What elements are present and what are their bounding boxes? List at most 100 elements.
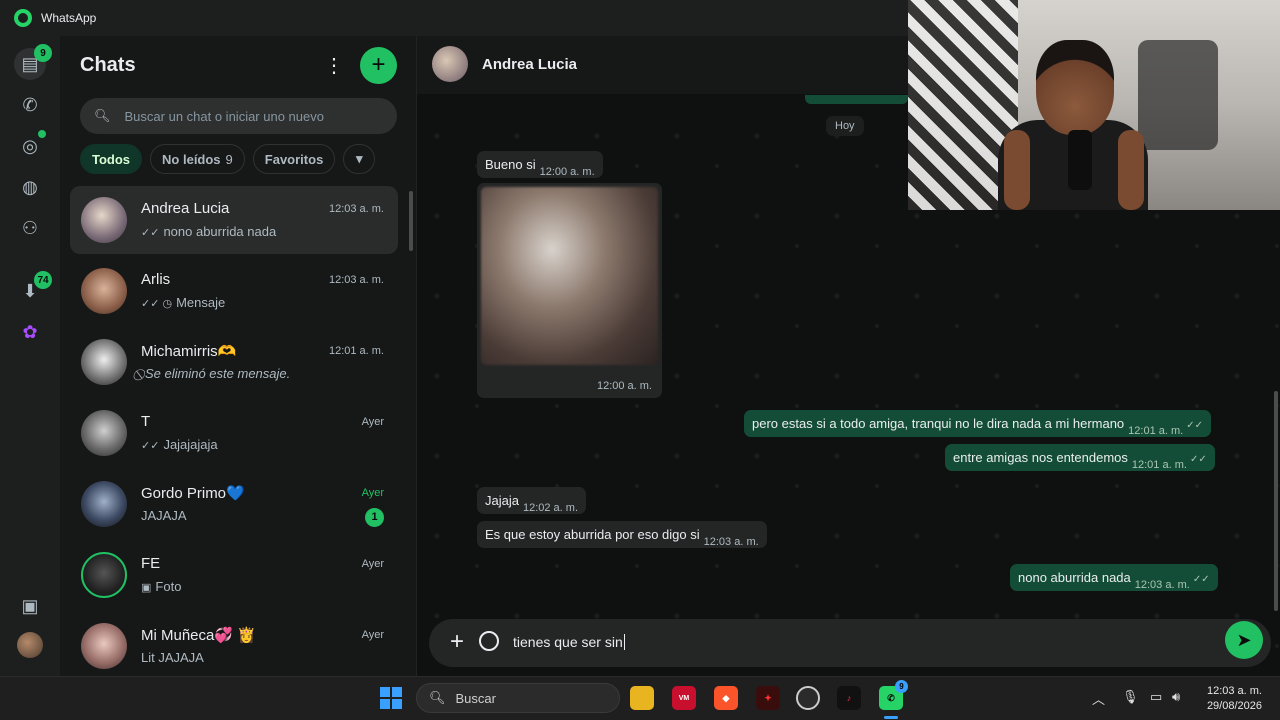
outgoing-message[interactable]: nono aburrida nada 12:03 a. m. ✓✓ (1010, 564, 1218, 591)
incoming-message[interactable]: Es que estoy aburrida por eso digo si 12:… (477, 521, 767, 548)
taskbar-search-label: Buscar (455, 690, 496, 706)
clock-time: 12:03 a. m. (1206, 685, 1262, 697)
send-button[interactable]: ➤ (1225, 621, 1263, 659)
chat-time: Ayer (361, 629, 384, 641)
chat-row[interactable]: FE Ayer ▣ Foto (70, 541, 398, 612)
chat-search-input[interactable]: 🔍︎ Buscar un chat o iniciar uno nuevo (80, 98, 397, 134)
attach-plus-icon[interactable]: + (442, 628, 472, 656)
whatsapp-taskbar-badge: 9 (895, 680, 908, 693)
chat-preview: ▣ Foto (141, 579, 181, 594)
chat-preview: ✓✓ ◷ Mensaje (141, 295, 225, 310)
nav-rail: ▤ 9 ✆ ◎ ◍ ⚇ ⬇ 74 ✿ ▣ (0, 36, 60, 676)
tray-chevron-up-icon[interactable]: ︿ (1092, 689, 1105, 708)
double-check-clock-icon: ✓✓ ◷ (141, 298, 173, 310)
search-icon: 🔍︎ (94, 108, 111, 123)
chat-row[interactable]: Mi Muñeca💞 👸 Ayer Lit JAJAJA (70, 612, 398, 683)
obs-icon[interactable] (796, 686, 820, 710)
chat-list-scrollbar[interactable] (409, 191, 413, 251)
filter-label: No leídos (162, 151, 221, 167)
outgoing-message[interactable]: entre amigas nos entendemos 12:01 a. m. ✓✓ (945, 444, 1215, 471)
chat-row[interactable]: Andrea Lucia 12:03 a. m. ✓✓ nono aburrida… (70, 186, 398, 254)
search-placeholder: Buscar un chat o iniciar uno nuevo (124, 108, 324, 124)
photo-icon: ▣ (141, 582, 152, 594)
outgoing-message[interactable]: pero estas si a todo amiga, tranqui no l… (744, 410, 1211, 437)
profile-avatar[interactable] (17, 632, 43, 658)
unread-count-badge: 1 (365, 508, 384, 527)
chat-name: Michamirris🫶 (141, 343, 237, 360)
brave-browser-icon[interactable]: ◆ (714, 686, 738, 710)
chat-time: Ayer (361, 416, 384, 428)
microphone-icon[interactable]: 🎙︎ (1122, 689, 1139, 705)
chat-time: 12:03 a. m. (328, 274, 384, 286)
whatsapp-taskbar-icon[interactable]: ✆ 9 (879, 680, 908, 710)
new-chat-button[interactable]: + (360, 47, 397, 84)
channels-nav-button[interactable]: ◍ (14, 171, 46, 203)
menu-kebab-icon[interactable]: ⋮ (324, 54, 344, 78)
image-thumbnail[interactable] (481, 187, 658, 365)
meta-ai-nav-button[interactable]: ✿ (14, 316, 46, 348)
chat-list-panel: Chats ⋮ + 🔍︎ Buscar un chat o iniciar un… (60, 36, 417, 676)
file-explorer-icon[interactable] (630, 686, 654, 710)
chat-rows: Andrea Lucia 12:03 a. m. ✓✓ nono aburrida… (70, 186, 398, 683)
whatsapp-logo-icon (14, 9, 32, 27)
chat-preview: ⃠Se eliminó este mensaje. (141, 366, 290, 382)
status-nav-button[interactable]: ◎ (14, 130, 46, 162)
avatar (81, 623, 127, 669)
contact-avatar[interactable] (432, 46, 468, 82)
incoming-message[interactable]: Bueno si 12:00 a. m. (477, 151, 603, 178)
sticker-emoji-icon[interactable] (479, 631, 499, 651)
chat-name: T (141, 413, 151, 430)
chat-preview: ✓✓ Jajajajaja (141, 437, 218, 452)
message-time: 12:00 a. m. (539, 166, 595, 178)
status-ring-icon: ◎ (22, 135, 38, 156)
incoming-image-message[interactable]: 12:00 a. m. (477, 183, 662, 398)
volume-icon[interactable]: 🔊︎ (1172, 689, 1180, 705)
windows-start-icon[interactable] (380, 687, 402, 709)
chat-row[interactable]: T Ayer ✓✓ Jajajajaja (70, 399, 398, 470)
chat-time: Ayer (361, 558, 384, 570)
incoming-message[interactable]: Jajaja 12:02 a. m. (477, 487, 587, 514)
message-text: nono aburrida nada (1018, 570, 1131, 585)
clock-date: 29/08/2026 (1206, 700, 1262, 712)
filter-todos[interactable]: Todos (80, 144, 143, 174)
archived-nav-button[interactable]: ⬇ 74 (14, 271, 52, 307)
avatar (81, 481, 127, 527)
filter-count: 9 (225, 151, 233, 167)
preview-text: Mensaje (176, 295, 226, 310)
preview-text: Jajajajaja (163, 437, 218, 452)
chat-name: Mi Muñeca💞 👸 (141, 627, 256, 644)
person-arm-right (1118, 130, 1144, 210)
avatar (81, 410, 127, 456)
day-separator: Hoy (826, 116, 864, 136)
chat-row[interactable]: Gordo Primo💙 Ayer JAJAJA 1 (70, 470, 398, 541)
chat-row[interactable]: Michamirris🫶 12:01 a. m. ⃠Se eliminó est… (70, 328, 398, 399)
chat-name: Arlis (141, 271, 171, 288)
network-icon[interactable]: ▭ (1150, 689, 1162, 705)
app-red-icon[interactable]: ✦ (756, 686, 780, 710)
chat-row[interactable]: Arlis 12:03 a. m. ✓✓ ◷ Mensaje (70, 257, 398, 328)
media-nav-button[interactable]: ▣ (14, 590, 46, 622)
chat-time: 12:03 a. m. (328, 203, 384, 215)
filter-more-dropdown[interactable]: ▾ (343, 144, 376, 174)
filter-label: Favoritos (264, 151, 324, 167)
calls-nav-button[interactable]: ✆ (14, 89, 46, 121)
webcam-microphone (1068, 130, 1092, 190)
conversation-scrollbar[interactable] (1274, 391, 1278, 611)
tiktok-icon[interactable]: ♪ (837, 686, 861, 710)
message-input[interactable]: tienes que ser sin (513, 634, 625, 650)
chats-nav-button[interactable]: ▤ 9 (14, 44, 52, 80)
communities-nav-button[interactable]: ⚇ (14, 212, 46, 244)
taskbar-clock[interactable]: 12:03 a. m. 29/08/2026 (1200, 684, 1262, 714)
taskbar-search[interactable]: 🔍︎ Buscar (416, 683, 620, 713)
voicemeeter-icon[interactable]: VM (672, 686, 696, 710)
message-text: entre amigas nos entendemos (953, 450, 1128, 465)
preview-text: Se eliminó este mensaje. (145, 366, 291, 381)
chat-preview: Lit JAJAJA (141, 650, 204, 665)
previous-outgoing-bubble (805, 95, 908, 104)
filter-no-leidos[interactable]: No leídos 9 (150, 144, 245, 174)
double-check-icon: ✓✓ (141, 440, 160, 452)
chat-name: Andrea Lucia (141, 200, 230, 217)
channels-icon: ◍ (22, 176, 38, 197)
search-icon: 🔍︎ (429, 690, 446, 705)
filter-favoritos[interactable]: Favoritos (252, 144, 336, 174)
